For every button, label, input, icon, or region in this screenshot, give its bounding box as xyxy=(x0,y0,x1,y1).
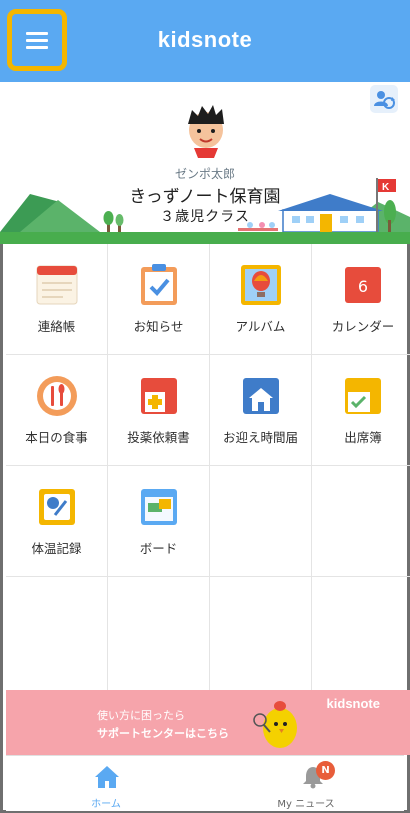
empty-cell xyxy=(210,466,312,577)
menu-item-meal[interactable]: 本日の食事 xyxy=(6,355,108,466)
menu-item-label: 出席簿 xyxy=(344,430,382,445)
menu-item-notebook[interactable]: 連絡帳 xyxy=(6,244,108,355)
menu-item-label: ボード xyxy=(139,541,178,556)
menu-item-temperature[interactable]: 体温記録 xyxy=(6,466,108,577)
menu-item-label: アルバム xyxy=(235,319,286,334)
empty-cell xyxy=(312,577,410,690)
class-name: ３歳児クラス xyxy=(160,209,250,225)
brand-logo: kidsnote xyxy=(157,27,253,52)
chick-mascot-icon xyxy=(253,701,297,748)
calendar-icon: 6 xyxy=(345,267,381,303)
empty-cell xyxy=(312,466,410,577)
menu-item-board[interactable]: ボード xyxy=(108,466,210,577)
app-header: kidsnote xyxy=(0,0,410,82)
menu-item-label: 本日の食事 xyxy=(25,430,88,445)
menu-item-calendar[interactable]: 6 カレンダー xyxy=(312,244,410,355)
menu-item-pickup[interactable]: お迎え時間届 xyxy=(210,355,312,466)
bottom-tab-bar: ホーム N My ニュース xyxy=(6,755,404,811)
calendar-date: 6 xyxy=(358,277,368,296)
meal-icon xyxy=(37,376,77,416)
attendance-icon xyxy=(345,378,381,414)
menu-item-medicine[interactable]: 投薬依頼書 xyxy=(108,355,210,466)
notebook-icon xyxy=(36,265,78,305)
empty-cell xyxy=(108,577,210,690)
menu-item-label: 体温記録 xyxy=(31,541,82,556)
menu-item-label: 連絡帳 xyxy=(37,319,76,334)
tab-my-news[interactable]: N My ニュース xyxy=(206,756,406,811)
switch-account-icon xyxy=(374,91,395,109)
thermometer-icon xyxy=(39,489,75,525)
news-badge: N xyxy=(316,761,335,780)
school-name: きっずノート保育園 xyxy=(129,187,281,207)
menu-item-notice[interactable]: お知らせ xyxy=(108,244,210,355)
medicine-request-icon xyxy=(141,378,177,414)
banner-text-2: サポートセンターはこちら xyxy=(97,727,229,740)
menu-item-attendance[interactable]: 出席簿 xyxy=(312,355,410,466)
banner-text-1: 使い方に困ったら xyxy=(97,709,185,722)
banner-brand: kidsnote xyxy=(326,696,380,711)
empty-cell xyxy=(210,577,312,690)
menu-item-label: お迎え時間届 xyxy=(222,430,298,445)
switch-account-button[interactable] xyxy=(370,85,398,113)
menu-grid: 連絡帳 お知らせ アルバム 6 カレンダー 本日の食事 投薬依頼書 お迎え時間届… xyxy=(6,244,410,690)
support-banner[interactable]: 使い方に困ったら サポートセンターはこちら kidsnote xyxy=(6,690,410,755)
menu-item-label: 投薬依頼書 xyxy=(127,430,190,445)
menu-item-label: カレンダー xyxy=(331,319,395,334)
profile-section: K ゼンポ太郎 きっずノート保育園 ３歳児クラス xyxy=(0,82,410,244)
avatar xyxy=(188,105,224,158)
pickup-house-icon xyxy=(243,378,279,414)
album-balloon-icon xyxy=(241,265,281,305)
empty-cell xyxy=(6,577,108,690)
tab-label: ホーム xyxy=(91,799,121,810)
tab-home[interactable]: ホーム xyxy=(6,756,206,811)
menu-item-label: お知らせ xyxy=(133,319,184,334)
tab-label: My ニュース xyxy=(277,799,335,810)
menu-item-album[interactable]: アルバム xyxy=(210,244,312,355)
board-icon xyxy=(141,489,177,525)
user-name: ゼンポ太郎 xyxy=(174,167,235,181)
notice-clipboard-icon xyxy=(141,264,177,305)
home-icon xyxy=(95,766,119,788)
